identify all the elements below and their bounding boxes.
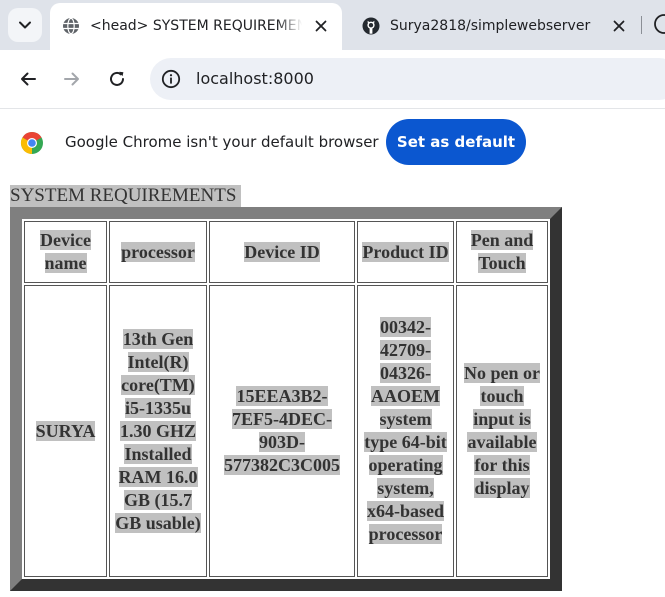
page-content: SYSTEM REQUIREMENTS Device name processo… xyxy=(0,177,665,597)
table-cell: SURYA xyxy=(24,285,107,577)
column-header-label: Pen and Touch xyxy=(470,230,534,273)
device-name-value: SURYA xyxy=(35,420,96,441)
table-cell: 13th Gen Intel(R) core(TM) i5-1335u 1.30… xyxy=(109,285,207,577)
reload-icon xyxy=(110,71,124,86)
table-row: SURYA 13th Gen Intel(R) core(TM) i5-1335… xyxy=(24,285,548,577)
column-header: Device ID xyxy=(209,221,355,283)
back-arrow-icon xyxy=(21,72,36,86)
pen-and-touch-value: No pen or touch input is available for t… xyxy=(464,363,540,498)
column-header-label: processor xyxy=(121,241,195,262)
product-id-value: 00342-42709-04326-AAOEM system type 64-b… xyxy=(364,317,447,544)
tab-title: Surya2818/simplewebserver xyxy=(390,18,591,34)
default-browser-infobar: Google Chrome isn't your default browser… xyxy=(0,108,665,178)
column-header-label: Device ID xyxy=(244,241,320,262)
chevron-down-icon xyxy=(19,21,31,29)
tab-title: <head> SYSTEM REQUIREMENTS xyxy=(90,18,302,34)
table-header-row: Device name processor Device ID Product … xyxy=(24,221,548,283)
column-header: processor xyxy=(109,221,207,283)
processor-value: 13th Gen Intel(R) core(TM) i5-1335u 1.30… xyxy=(115,328,201,533)
browser-toolbar: localhost:8000 xyxy=(0,50,665,108)
column-header-label: Product ID xyxy=(362,241,449,262)
info-icon[interactable] xyxy=(160,68,182,90)
set-as-default-button[interactable]: Set as default xyxy=(386,119,526,165)
back-button[interactable] xyxy=(13,64,43,94)
column-header-label: Device name xyxy=(40,230,91,273)
address-bar[interactable]: localhost:8000 xyxy=(150,58,665,100)
table-cell: 00342-42709-04326-AAOEM system type 64-b… xyxy=(357,285,454,577)
tab-divider xyxy=(641,16,642,34)
new-tab-icon[interactable] xyxy=(654,14,665,34)
table-cell: No pen or touch input is available for t… xyxy=(456,285,548,577)
device-id-value: 15EEA3B2-7EF5-4DEC-903D-577382C3C005 xyxy=(224,386,340,475)
close-icon[interactable] xyxy=(610,17,628,35)
forward-button[interactable] xyxy=(57,64,87,94)
column-header: Pen and Touch xyxy=(456,221,548,283)
system-requirements-table: Device name processor Device ID Product … xyxy=(10,207,562,591)
tab-strip: <head> SYSTEM REQUIREMENTS Surya2818/sim… xyxy=(0,0,665,50)
url-text[interactable]: localhost:8000 xyxy=(196,69,314,88)
close-icon[interactable] xyxy=(312,17,330,35)
page-title: SYSTEM REQUIREMENTS xyxy=(10,185,242,207)
table-cell: 15EEA3B2-7EF5-4DEC-903D-577382C3C005 xyxy=(209,285,355,577)
chrome-logo-icon xyxy=(20,131,43,154)
tab-system-requirements[interactable]: <head> SYSTEM REQUIREMENTS xyxy=(50,3,342,50)
column-header: Device name xyxy=(24,221,107,283)
infobar-message: Google Chrome isn't your default browser xyxy=(65,133,379,151)
github-icon xyxy=(362,17,380,35)
globe-icon xyxy=(63,17,79,35)
column-header: Product ID xyxy=(357,221,454,283)
reload-button[interactable] xyxy=(102,64,132,94)
tab-search-button[interactable] xyxy=(8,8,42,42)
forward-arrow-icon xyxy=(64,72,79,86)
tab-simplewebserver[interactable]: Surya2818/simplewebserver xyxy=(350,3,640,50)
